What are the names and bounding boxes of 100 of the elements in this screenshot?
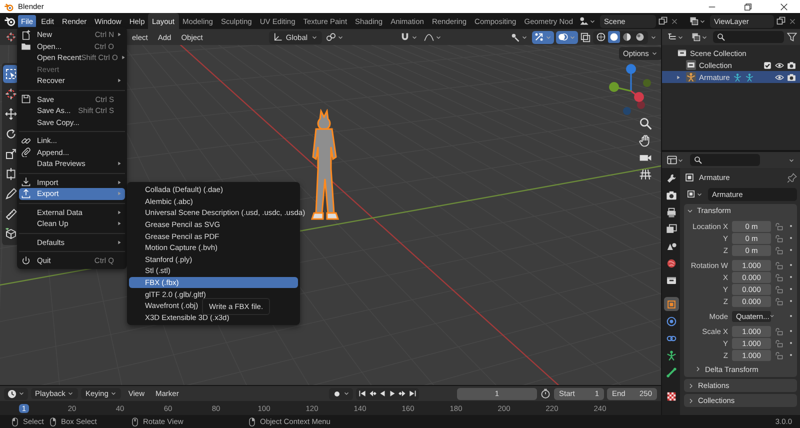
properties-tab[interactable] bbox=[664, 365, 678, 379]
shading-button[interactable] bbox=[634, 31, 646, 43]
material-sphere-icon bbox=[622, 32, 632, 42]
circles-icon bbox=[558, 32, 568, 42]
clock-icon bbox=[7, 388, 17, 398]
next-keyframe-icon[interactable] bbox=[398, 389, 407, 398]
wrench-icon bbox=[666, 172, 676, 184]
keyframe-dot-icon[interactable] bbox=[787, 312, 795, 320]
object-square-icon bbox=[666, 298, 676, 310]
properties-tab[interactable] bbox=[664, 222, 678, 236]
play-reverse-icon[interactable] bbox=[378, 389, 387, 398]
previous-keyframe-icon[interactable] bbox=[368, 389, 377, 398]
restore-icon[interactable] bbox=[743, 2, 753, 12]
lock-icon[interactable] bbox=[774, 260, 784, 270]
keyframe-dot-icon[interactable] bbox=[787, 222, 795, 230]
keyframe-dot-icon[interactable] bbox=[787, 327, 795, 335]
folder-icon bbox=[21, 41, 31, 52]
jump-end-icon[interactable] bbox=[408, 389, 417, 398]
mouse-icon bbox=[48, 416, 58, 426]
search-icon bbox=[694, 156, 702, 164]
pose-icon bbox=[732, 72, 742, 82]
keyframe-dot-icon[interactable] bbox=[787, 261, 795, 269]
blender-logo-icon[interactable] bbox=[4, 15, 16, 27]
object-square-icon bbox=[684, 172, 695, 183]
pencil-icon bbox=[4, 188, 16, 200]
camera-icon[interactable] bbox=[787, 72, 796, 82]
caret-icon bbox=[435, 34, 442, 40]
caret-icon[interactable] bbox=[650, 34, 657, 40]
jump-start-icon[interactable] bbox=[358, 389, 367, 398]
import-icon bbox=[21, 177, 31, 188]
mouse-icon bbox=[10, 416, 20, 426]
keyframe-dot-icon[interactable] bbox=[787, 273, 795, 281]
xray-icon[interactable] bbox=[580, 32, 591, 42]
lock-icon[interactable] bbox=[774, 222, 784, 230]
pin-icon[interactable] bbox=[787, 172, 797, 182]
lock-icon[interactable] bbox=[774, 326, 784, 336]
grid-icon[interactable] bbox=[639, 168, 652, 181]
image-stack-icon bbox=[691, 32, 701, 42]
cone-sphere-icon bbox=[666, 240, 676, 252]
caret-icon bbox=[545, 34, 552, 40]
zoom-icon[interactable] bbox=[639, 117, 652, 130]
cursor-icon bbox=[4, 88, 16, 100]
play-icon[interactable] bbox=[388, 389, 397, 398]
caret-icon bbox=[589, 18, 596, 24]
keyframe-dot-icon[interactable] bbox=[787, 339, 795, 347]
record-button[interactable] bbox=[328, 388, 353, 400]
close-icon[interactable] bbox=[779, 2, 789, 12]
tool-button[interactable] bbox=[3, 65, 18, 83]
keyframe-dot-icon[interactable] bbox=[787, 351, 795, 359]
caret-icon bbox=[677, 156, 684, 164]
expand-arrow-icon[interactable] bbox=[675, 74, 682, 80]
caret-icon bbox=[342, 390, 350, 397]
lock-icon[interactable] bbox=[774, 246, 784, 254]
lock-icon[interactable] bbox=[774, 338, 784, 348]
rings-icon bbox=[326, 32, 336, 42]
eye-icon[interactable] bbox=[775, 60, 784, 70]
object-square-icon bbox=[686, 189, 696, 199]
keyframe-dot-icon[interactable] bbox=[787, 297, 795, 305]
overlay-toggle[interactable] bbox=[556, 30, 578, 44]
printer-icon bbox=[666, 206, 676, 218]
editor-type-button[interactable] bbox=[4, 388, 28, 400]
keyframe-dot-icon[interactable] bbox=[787, 285, 795, 293]
mouse-icon bbox=[130, 416, 140, 426]
save-icon bbox=[21, 94, 31, 104]
magnet-icon bbox=[400, 32, 410, 42]
caret-icon bbox=[336, 34, 344, 40]
armature-icon bbox=[686, 72, 696, 82]
list-icon bbox=[667, 32, 677, 42]
camera-icon[interactable] bbox=[787, 60, 796, 70]
search-field[interactable] bbox=[713, 31, 784, 43]
search-icon bbox=[717, 33, 725, 41]
caret-icon bbox=[110, 390, 118, 397]
lock-icon[interactable] bbox=[774, 284, 784, 294]
lock-icon[interactable] bbox=[774, 350, 784, 360]
transform-icon bbox=[4, 168, 16, 180]
record-icon bbox=[332, 388, 342, 398]
eye-icon[interactable] bbox=[775, 72, 784, 82]
caret-icon bbox=[788, 156, 795, 164]
copy-icon[interactable] bbox=[776, 16, 786, 26]
properties-tab[interactable] bbox=[664, 297, 678, 311]
caret-icon bbox=[677, 34, 684, 40]
hand-icon[interactable] bbox=[639, 134, 652, 147]
scene-icon bbox=[579, 16, 590, 26]
gizmo-toggle[interactable] bbox=[532, 30, 554, 44]
search-field[interactable] bbox=[690, 154, 760, 166]
caret-icon bbox=[650, 50, 658, 57]
lock-icon[interactable] bbox=[774, 234, 784, 242]
copy-icon[interactable] bbox=[658, 16, 668, 26]
keyframe-dot-icon[interactable] bbox=[787, 234, 795, 242]
keyframe-dot-icon[interactable] bbox=[787, 246, 795, 254]
shading-button[interactable] bbox=[621, 31, 633, 43]
stopwatch-icon[interactable] bbox=[540, 388, 551, 399]
filter-icon[interactable] bbox=[787, 32, 797, 42]
lock-icon[interactable] bbox=[774, 296, 784, 306]
shading-button[interactable] bbox=[595, 31, 607, 43]
mouse-icon bbox=[247, 416, 257, 426]
checkbox-checked-icon[interactable] bbox=[763, 60, 772, 70]
caret-icon bbox=[18, 390, 25, 397]
lock-icon[interactable] bbox=[774, 272, 784, 282]
shading-button[interactable] bbox=[608, 31, 620, 43]
